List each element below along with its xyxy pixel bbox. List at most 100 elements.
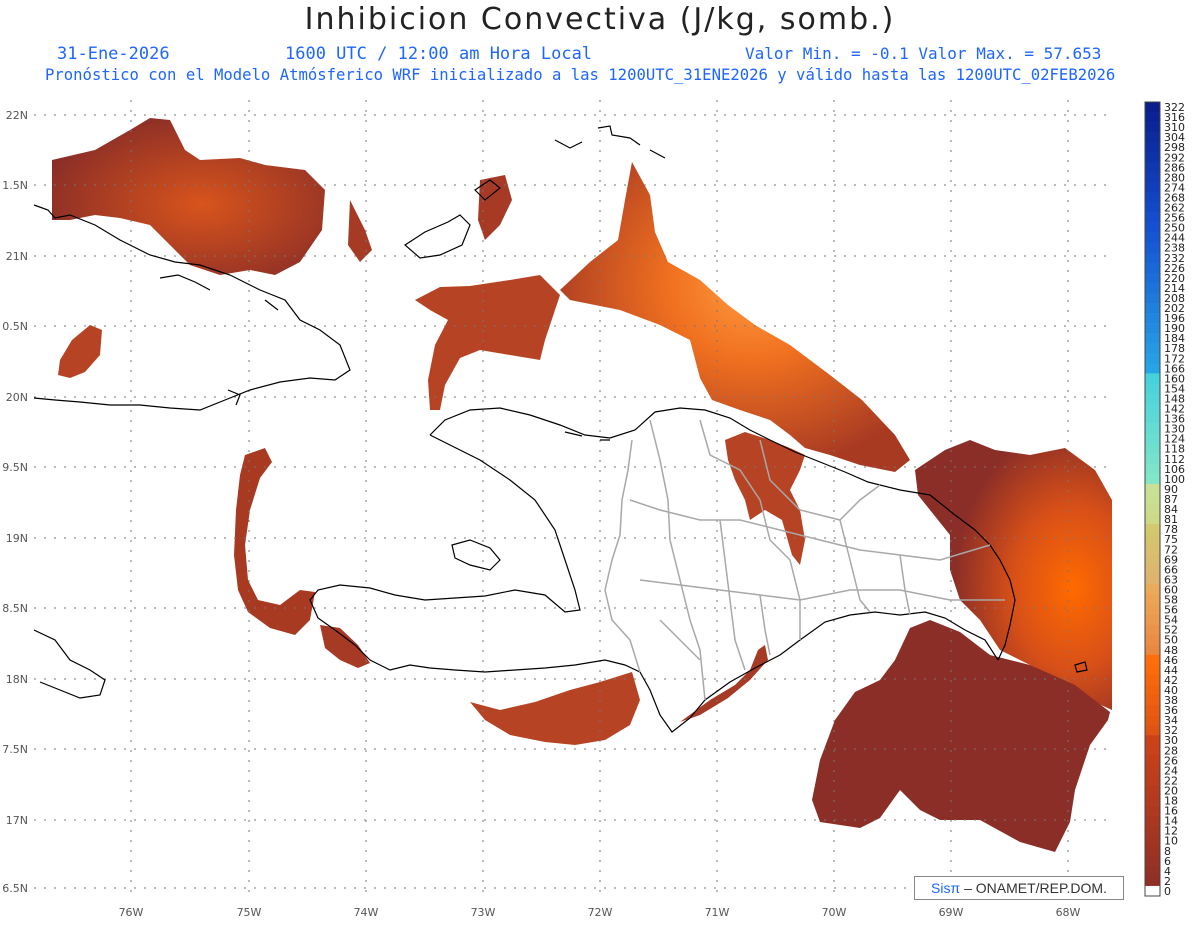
colorbar-swatch: [1145, 393, 1160, 404]
colorbar-swatch: [1145, 654, 1160, 666]
colorbar-swatch: [1145, 232, 1160, 244]
lon-label: 68W: [1056, 906, 1081, 919]
colorbar-swatch: [1145, 775, 1160, 786]
colorbar-swatch: [1145, 353, 1160, 364]
credit-text: – ONAMET/REP.DOM.: [964, 880, 1107, 896]
lat-label: 8.5N: [2, 602, 28, 615]
lon-labels: 76W 75W 74W 73W 72W 71W 70W 69W 68W: [119, 906, 1081, 919]
colorbar-swatch: [1145, 835, 1160, 847]
lat-label: 21N: [6, 250, 28, 263]
colorbar-swatch: [1145, 604, 1160, 615]
lat-label: 17N: [6, 814, 28, 827]
lon-label: 73W: [471, 906, 496, 919]
colorbar-swatch: [1145, 423, 1160, 434]
lon-label: 75W: [237, 906, 262, 919]
colorbar-swatch: [1145, 172, 1160, 183]
colorbar-swatch: [1145, 875, 1160, 887]
colorbar-swatch: [1145, 865, 1160, 877]
lat-label: 18N: [6, 673, 28, 686]
colorbar-swatch: [1145, 473, 1160, 485]
colorbar-swatch: [1145, 453, 1160, 465]
colorbar-swatch: [1145, 735, 1160, 746]
colorbar-swatch: [1145, 785, 1160, 796]
lat-label: 19N: [6, 532, 28, 545]
colorbar-swatch: [1145, 182, 1160, 193]
colorbar-swatch: [1145, 805, 1160, 816]
colorbar-label: 0: [1164, 885, 1171, 898]
colorbar-swatch: [1145, 433, 1160, 445]
lon-label: 76W: [119, 906, 144, 919]
lon-label: 71W: [705, 906, 730, 919]
lat-label: 20N: [6, 391, 28, 404]
colorbar-swatch: [1145, 112, 1160, 123]
colorbar-swatch: [1145, 152, 1160, 163]
colorbar-swatch: [1145, 132, 1160, 143]
colorbar-swatch: [1145, 272, 1160, 284]
colorbar-swatch: [1145, 262, 1160, 274]
lat-label: 1.5N: [2, 179, 28, 192]
lat-label: 0.5N: [2, 320, 28, 333]
lat-labels: 22N 1.5N 21N 0.5N 20N 9.5N 19N 8.5N 18N …: [2, 109, 28, 895]
colorbar-swatch: [1145, 885, 1160, 897]
credit-sis: Sis: [931, 880, 951, 896]
colorbar-swatch: [1145, 574, 1160, 585]
colorbar-swatch: [1145, 584, 1160, 595]
colorbar-swatch: [1145, 383, 1160, 394]
colorbar-swatch: [1145, 363, 1160, 374]
colorbar-swatch: [1145, 755, 1160, 766]
lat-label: 9.5N: [2, 461, 28, 474]
colorbar-swatch: [1145, 825, 1160, 836]
colorbar-swatch: [1145, 524, 1160, 535]
colorbar-swatch: [1145, 192, 1160, 203]
colorbar-swatch: [1145, 614, 1160, 625]
colorbar-swatch: [1145, 745, 1160, 756]
colorbar-swatch: [1145, 403, 1160, 414]
credit-pi: π: [950, 880, 961, 896]
colorbar: 3223163103042982922862802742682622562502…: [1144, 101, 1185, 898]
colorbar-swatch: [1145, 554, 1160, 565]
colorbar-swatch: [1145, 564, 1160, 575]
lon-label: 72W: [588, 906, 613, 919]
colorbar-swatch: [1145, 514, 1160, 525]
colorbar-swatch: [1145, 493, 1160, 505]
colorbar-swatch: [1145, 463, 1160, 475]
colorbar-swatch: [1145, 624, 1160, 635]
colorbar-swatch: [1145, 644, 1160, 656]
lat-label: 22N: [6, 109, 28, 122]
colorbar-swatch: [1145, 483, 1160, 495]
colorbar-swatch: [1145, 343, 1160, 354]
lon-label: 74W: [354, 906, 379, 919]
colorbar-swatch: [1145, 202, 1160, 213]
colorbar-swatch: [1145, 715, 1160, 726]
colorbar-swatch: [1145, 373, 1160, 384]
lon-label: 69W: [939, 906, 964, 919]
colorbar-swatch: [1145, 222, 1160, 233]
colorbar-swatch: [1145, 282, 1160, 294]
colorbar-swatch: [1145, 705, 1160, 716]
colorbar-swatch: [1145, 725, 1160, 736]
colorbar-swatch: [1145, 323, 1160, 334]
colorbar-swatch: [1145, 242, 1160, 254]
credit-box: Sisπ – ONAMET/REP.DOM.: [914, 876, 1124, 900]
colorbar-swatch: [1145, 845, 1160, 857]
colorbar-swatch: [1145, 664, 1160, 676]
colorbar-swatch: [1145, 544, 1160, 555]
colorbar-swatch: [1145, 292, 1160, 304]
lat-label: 6.5N: [2, 882, 28, 895]
lat-label: 7.5N: [2, 743, 28, 756]
colorbar-swatch: [1145, 855, 1160, 867]
colorbar-swatch: [1145, 634, 1160, 646]
lon-label: 70W: [822, 906, 847, 919]
colorbar-swatch: [1145, 102, 1160, 113]
colorbar-swatch: [1145, 162, 1160, 173]
colorbar-swatch: [1145, 694, 1160, 706]
colorbar-swatch: [1145, 252, 1160, 264]
colorbar-swatch: [1145, 443, 1160, 455]
colorbar-swatch: [1145, 815, 1160, 826]
colorbar-swatch: [1145, 333, 1160, 344]
colorbar-swatch: [1145, 594, 1160, 605]
colorbar-swatch: [1145, 674, 1160, 686]
colorbar-swatch: [1145, 504, 1160, 515]
colorbar-swatch: [1145, 413, 1160, 424]
colorbar-swatch: [1145, 212, 1160, 223]
